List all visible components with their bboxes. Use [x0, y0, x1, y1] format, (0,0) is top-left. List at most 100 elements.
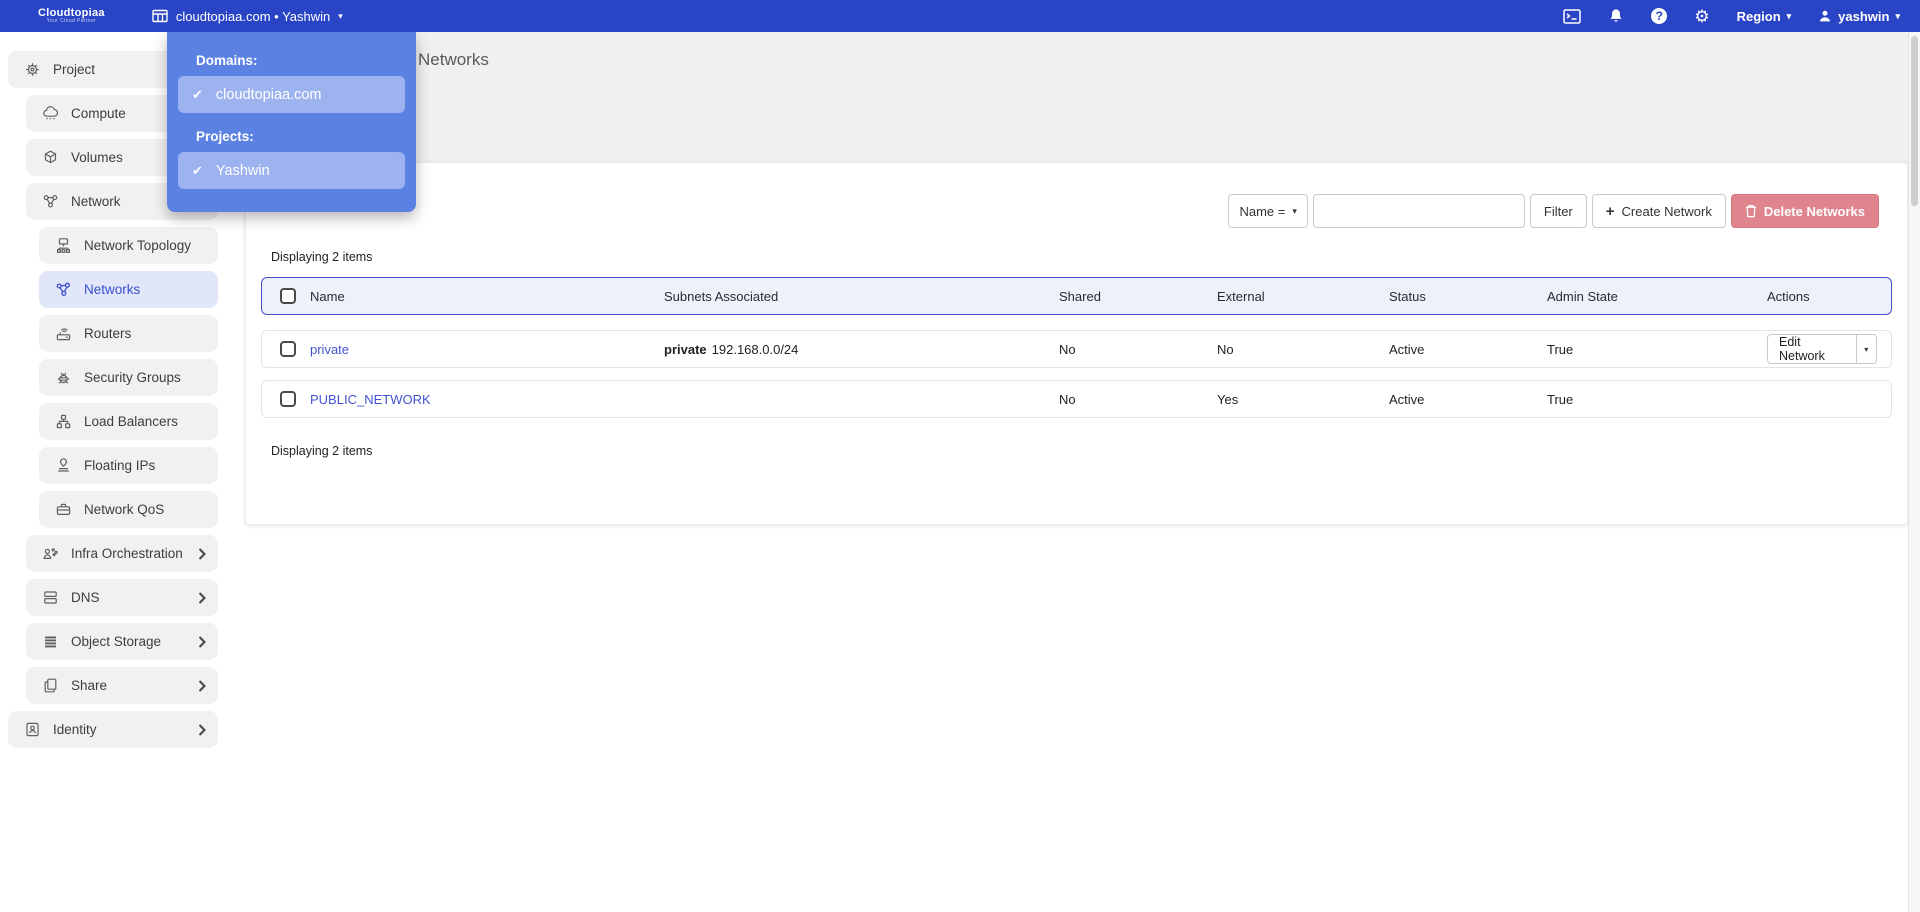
- select-all-cell: [262, 288, 310, 304]
- sidebar-item-label: Infra Orchestration: [71, 546, 183, 561]
- user-menu[interactable]: yashwin ▾: [1818, 9, 1900, 24]
- col-admin-state: Admin State: [1547, 288, 1618, 304]
- sidebar-item-share[interactable]: Share: [26, 667, 218, 704]
- subnets-cell: private 192.168.0.0/24: [664, 342, 1059, 357]
- sidebar-item-label: Volumes: [71, 150, 123, 165]
- volumes-cube-icon: [40, 149, 60, 166]
- col-actions: Actions: [1767, 288, 1810, 304]
- user-label: yashwin: [1838, 8, 1890, 24]
- subnet-cidr: 192.168.0.0/24: [711, 341, 799, 357]
- domains-heading: Domains:: [196, 53, 258, 68]
- sidebar-item-dns[interactable]: DNS: [26, 579, 218, 616]
- sidebar-item-floating-ips[interactable]: Floating IPs: [39, 447, 218, 484]
- logo-tagline: Your Cloud Partner: [46, 18, 97, 25]
- sidebar-item-load-balancers[interactable]: Load Balancers: [39, 403, 218, 440]
- networks-icon: [53, 281, 73, 298]
- col-shared: Shared: [1059, 288, 1101, 304]
- domain-project-switcher[interactable]: cloudtopiaa.com • Yashwin ▾: [152, 9, 343, 24]
- project-option-label: Yashwin: [215, 162, 270, 179]
- main-content: Networks Name = ▾ Filter + Create Networ…: [230, 32, 1920, 912]
- navbar-right: ? ⚙ Region ▾ yashwin ▾: [1563, 8, 1900, 25]
- infra-orchestration-icon: [40, 545, 60, 562]
- actions-dropdown-toggle[interactable]: ▾: [1857, 335, 1876, 363]
- page-scrollbar[interactable]: [1908, 32, 1920, 912]
- top-navbar: Cloudtopiaa Your Cloud Partner cloudtopi…: [0, 0, 1920, 32]
- row-checkbox[interactable]: [280, 391, 296, 407]
- filter-field-select[interactable]: Name = ▾: [1228, 194, 1308, 228]
- object-storage-icon: [40, 633, 60, 650]
- chevron-right-icon: [198, 679, 206, 692]
- row-checkbox[interactable]: [280, 341, 296, 357]
- domain-project-dropdown: Domains: ✔ cloudtopiaa.com Projects: ✔ Y…: [167, 32, 416, 212]
- sidebar-item-networks[interactable]: Networks: [39, 271, 218, 308]
- delete-networks-button[interactable]: Delete Networks: [1730, 194, 1879, 228]
- page-title: Networks: [418, 50, 489, 69]
- create-network-button[interactable]: + Create Network: [1591, 194, 1726, 228]
- projects-heading: Projects:: [196, 129, 254, 144]
- chevron-right-icon: [198, 591, 206, 604]
- sidebar-item-label: DNS: [71, 590, 100, 605]
- sidebar-item-network-topology[interactable]: Network Topology: [39, 227, 218, 264]
- subnet-name: private: [664, 341, 707, 357]
- caret-down-icon: ▾: [1292, 205, 1297, 216]
- scrollbar-thumb[interactable]: [1911, 36, 1918, 206]
- sidebar-item-label: Network: [71, 194, 121, 209]
- filter-field-label: Name =: [1239, 203, 1286, 219]
- plus-icon: +: [1605, 202, 1615, 220]
- table-row: private private 192.168.0.0/24 No No Acti…: [261, 330, 1892, 368]
- status-cell: Active: [1389, 341, 1425, 357]
- network-name-link[interactable]: private: [310, 342, 349, 357]
- table-icon: [152, 9, 168, 23]
- project-option-yashwin[interactable]: ✔ Yashwin: [178, 152, 405, 189]
- chevron-right-icon: [198, 635, 206, 648]
- check-icon: ✔: [192, 162, 203, 178]
- col-name: Name: [310, 288, 345, 304]
- router-icon: [53, 325, 73, 342]
- sidebar-item-label: Load Balancers: [84, 414, 178, 429]
- settings-gear-icon[interactable]: ⚙: [1694, 8, 1709, 25]
- security-groups-icon: [53, 369, 73, 386]
- sidebar-item-label: Floating IPs: [84, 458, 156, 473]
- app-logo[interactable]: Cloudtopiaa Your Cloud Partner: [38, 7, 105, 25]
- check-icon: ✔: [192, 86, 203, 102]
- select-all-checkbox[interactable]: [280, 288, 296, 304]
- sidebar-item-infra-orchestration[interactable]: Infra Orchestration: [26, 535, 218, 572]
- filter-input[interactable]: [1312, 194, 1525, 228]
- sidebar-item-label: Share: [71, 678, 108, 693]
- admin-state-cell: True: [1547, 341, 1574, 357]
- table-row: PUBLIC_NETWORK No Yes Active True: [261, 380, 1892, 418]
- networks-panel: Name = ▾ Filter + Create Network Delete …: [245, 162, 1908, 525]
- domain-option-cloudtopiaa[interactable]: ✔ cloudtopiaa.com: [178, 76, 405, 113]
- trash-icon: [1745, 204, 1757, 218]
- edit-network-button[interactable]: Edit Network: [1768, 335, 1857, 363]
- sidebar-item-identity[interactable]: Identity: [8, 711, 218, 748]
- region-menu[interactable]: Region ▾: [1737, 9, 1792, 24]
- col-external: External: [1217, 288, 1265, 304]
- sidebar-item-label: Compute: [71, 106, 126, 121]
- identity-badge-icon: [22, 721, 42, 738]
- network-name-link[interactable]: PUBLIC_NETWORK: [310, 392, 431, 407]
- bell-icon[interactable]: [1608, 8, 1624, 24]
- load-balancer-icon: [53, 413, 73, 430]
- sidebar-item-label: Project: [53, 62, 96, 77]
- shared-cell: No: [1059, 341, 1076, 357]
- sidebar-item-label: Network Topology: [84, 238, 192, 253]
- chevron-right-icon: [198, 547, 206, 560]
- filter-button[interactable]: Filter: [1529, 194, 1587, 228]
- console-icon[interactable]: [1563, 8, 1582, 24]
- sidebar-item-network-qos[interactable]: Network QoS: [39, 491, 218, 528]
- floating-ip-icon: [53, 457, 73, 474]
- share-docs-icon: [40, 677, 60, 694]
- item-count-top: Displaying 2 items: [271, 250, 373, 264]
- external-cell: No: [1217, 341, 1234, 357]
- sidebar-item-object-storage[interactable]: Object Storage: [26, 623, 218, 660]
- context-label: cloudtopiaa.com • Yashwin: [175, 8, 331, 24]
- sidebar-item-routers[interactable]: Routers: [39, 315, 218, 352]
- sidebar-item-label: Object Storage: [71, 634, 162, 649]
- row-actions: Edit Network ▾: [1767, 334, 1877, 364]
- user-icon: [1818, 9, 1832, 23]
- sidebar-item-security-groups[interactable]: Security Groups: [39, 359, 218, 396]
- help-icon[interactable]: ?: [1651, 8, 1668, 24]
- projects-group: Projects: ✔ Yashwin: [178, 129, 405, 189]
- external-cell: Yes: [1217, 391, 1239, 407]
